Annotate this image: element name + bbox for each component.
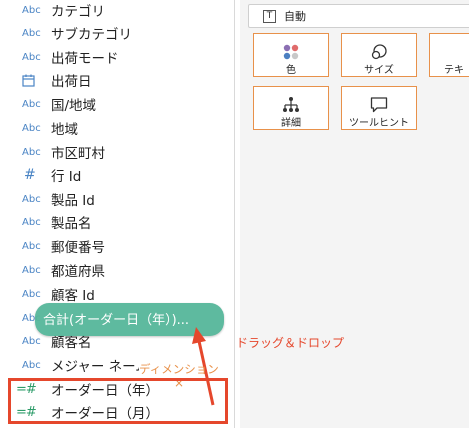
drag-drop-annotation: ドラッグ＆ドロップ: [236, 336, 345, 350]
drag-arrow-icon: [192, 327, 215, 406]
dimension-annotation: ディメンション: [139, 362, 219, 376]
highlight-box: [8, 378, 228, 424]
